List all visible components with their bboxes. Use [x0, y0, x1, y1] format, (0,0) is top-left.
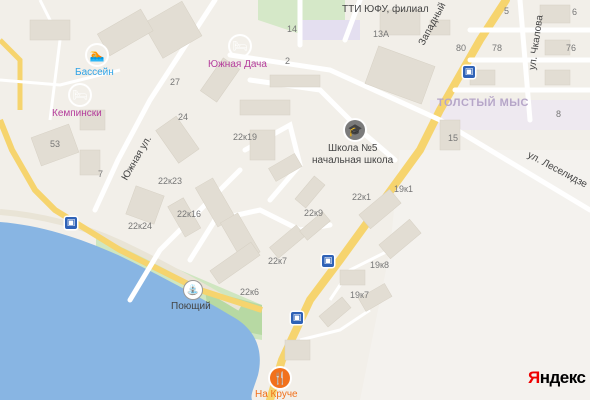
- fork-knife-icon: 🍴: [272, 371, 288, 385]
- house-number: 22к7: [268, 256, 287, 266]
- hotel-pin[interactable]: 🛏: [70, 85, 90, 105]
- district-label: ТОЛСТЫЙ МЫС: [437, 97, 529, 109]
- house-number: 7: [98, 169, 104, 179]
- school-icon: 🎓: [347, 123, 363, 137]
- pool-pin[interactable]: 🏊: [87, 45, 107, 65]
- fountain-icon: ⛲: [186, 284, 200, 296]
- school-sublabel: начальная школа: [312, 155, 394, 166]
- bus-stop-icon[interactable]: ▣: [291, 312, 303, 324]
- house-number: 6: [572, 7, 578, 17]
- tti-label: ТТИ ЮФУ, филиал: [342, 4, 429, 15]
- house-number: 19к1: [394, 184, 413, 194]
- house-number: 76: [566, 43, 577, 53]
- house-number: 78: [492, 43, 503, 53]
- house-number: 22к9: [304, 208, 323, 218]
- bus-stop-icon[interactable]: ▣: [322, 255, 334, 267]
- bus-stop-icon[interactable]: ▣: [463, 66, 475, 78]
- house-number: 22к6: [240, 287, 259, 297]
- house-number: 27: [170, 77, 181, 87]
- house-number: 8: [556, 109, 562, 119]
- bed-icon: 🛏: [72, 88, 88, 102]
- house-number: 19к7: [350, 290, 369, 300]
- house-number: 22к16: [177, 209, 201, 219]
- house-number: 5: [504, 6, 510, 16]
- house-number: 13А: [373, 29, 390, 39]
- house-number: 14: [287, 24, 298, 34]
- house-number: 15: [448, 133, 459, 143]
- house-number: 22к19: [233, 132, 257, 142]
- yuzhnaya-dacha-pin[interactable]: 🛏: [230, 36, 250, 56]
- house-number: 53: [50, 139, 61, 149]
- house-number: 22к1: [352, 192, 371, 202]
- yuzhnaya-dacha-label: Южная Дача: [208, 59, 267, 70]
- pool-label: Бассейн: [75, 67, 114, 78]
- house-number: 80: [456, 43, 467, 53]
- school-pin[interactable]: 🎓: [345, 120, 365, 140]
- fountain-label: Поющий: [171, 301, 211, 312]
- bed-icon: 🛏: [232, 39, 248, 53]
- na-kruche-pin[interactable]: 🍴: [270, 368, 290, 388]
- house-number: 2: [285, 56, 291, 66]
- swimmer-icon: 🏊: [89, 48, 105, 62]
- school-label: Школа №5: [328, 143, 378, 154]
- hotel-label: Кемпински: [52, 108, 102, 119]
- house-number: 22к23: [158, 176, 182, 186]
- yandex-logo[interactable]: Яндекс: [528, 368, 586, 388]
- bus-stop-icon[interactable]: ▣: [65, 217, 77, 229]
- fountain-pin[interactable]: ⛲: [183, 280, 203, 300]
- house-number: 22к24: [128, 221, 152, 231]
- na-kruche-label: На Круче: [255, 389, 298, 400]
- map-view[interactable]: 🏊 Бассейн 🛏 Кемпински 🛏 Южная Дача 🎓 Шко…: [0, 0, 590, 400]
- house-number: 24: [178, 112, 189, 122]
- house-number: 19к8: [370, 260, 389, 270]
